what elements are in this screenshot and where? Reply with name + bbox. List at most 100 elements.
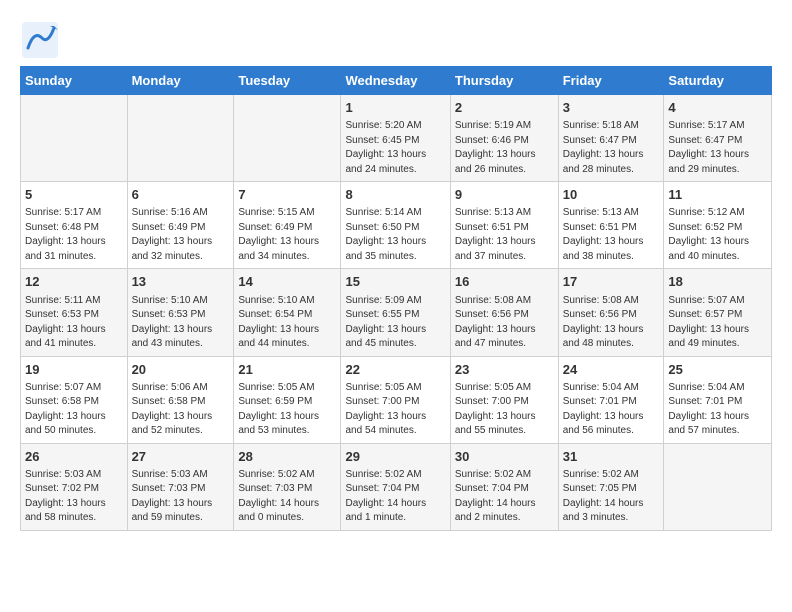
day-header-monday: Monday [127,67,234,95]
day-number: 17 [563,273,660,291]
day-header-wednesday: Wednesday [341,67,450,95]
calendar-cell: 14 Sunrise: 5:10 AM Sunset: 6:54 PM Dayli… [234,269,341,356]
day-number: 16 [455,273,554,291]
cell-content: Sunrise: 5:10 AM Sunset: 6:53 PM Dayligh… [132,294,230,352]
calendar-cell: 2 Sunrise: 5:19 AM Sunset: 6:46 PM Daylig… [450,95,558,182]
day-number: 19 [25,361,123,379]
cell-content: Sunrise: 5:06 AM Sunset: 6:58 PM Dayligh… [132,381,230,439]
cell-content: Sunrise: 5:07 AM Sunset: 6:57 PM Dayligh… [668,294,767,352]
calendar-cell: 6Sunrise: 5:16 AM Sunset: 6:49 PM Daylig… [127,182,234,269]
cell-content: Sunrise: 5:17 AM Sunset: 6:47 PM Dayligh… [668,119,767,177]
cell-content: Sunrise: 5:07 AM Sunset: 6:58 PM Dayligh… [25,381,123,439]
calendar-week-row: 19 Sunrise: 5:07 AM Sunset: 6:58 PM Dayli… [21,356,772,443]
cell-content: Sunrise: 5:12 AM Sunset: 6:52 PM Dayligh… [668,206,767,264]
cell-content: Sunrise: 5:20 AM Sunset: 6:45 PM Dayligh… [345,119,445,177]
calendar-cell: 20 Sunrise: 5:06 AM Sunset: 6:58 PM Dayli… [127,356,234,443]
day-number: 13 [132,273,230,291]
calendar-cell [664,443,772,530]
day-number: 23 [455,361,554,379]
day-number: 1 [345,99,445,117]
cell-content: Sunrise: 5:17 AM Sunset: 6:48 PM Dayligh… [25,206,123,264]
cell-content: Sunrise: 5:09 AM Sunset: 6:55 PM Dayligh… [345,294,445,352]
calendar-cell: 3 Sunrise: 5:18 AM Sunset: 6:47 PM Daylig… [558,95,664,182]
calendar-table: SundayMondayTuesdayWednesdayThursdayFrid… [20,66,772,531]
day-number: 20 [132,361,230,379]
cell-content: Sunrise: 5:18 AM Sunset: 6:47 PM Dayligh… [563,119,660,177]
cell-content: Sunrise: 5:03 AM Sunset: 7:03 PM Dayligh… [132,468,230,526]
day-header-thursday: Thursday [450,67,558,95]
cell-content: Sunrise: 5:03 AM Sunset: 7:02 PM Dayligh… [25,468,123,526]
calendar-cell: 17 Sunrise: 5:08 AM Sunset: 6:56 PM Dayli… [558,269,664,356]
day-header-friday: Friday [558,67,664,95]
calendar-cell: 26 Sunrise: 5:03 AM Sunset: 7:02 PM Dayli… [21,443,128,530]
day-number: 25 [668,361,767,379]
day-header-tuesday: Tuesday [234,67,341,95]
calendar-cell: 11 Sunrise: 5:12 AM Sunset: 6:52 PM Dayli… [664,182,772,269]
day-header-saturday: Saturday [664,67,772,95]
cell-content: Sunrise: 5:19 AM Sunset: 6:46 PM Dayligh… [455,119,554,177]
cell-content: Sunrise: 5:15 AM Sunset: 6:49 PM Dayligh… [238,206,336,264]
calendar-week-row: 1 Sunrise: 5:20 AM Sunset: 6:45 PM Daylig… [21,95,772,182]
cell-content: Sunrise: 5:14 AM Sunset: 6:50 PM Dayligh… [345,206,445,264]
day-number: 15 [345,273,445,291]
calendar-cell: 25 Sunrise: 5:04 AM Sunset: 7:01 PM Dayli… [664,356,772,443]
logo-icon [20,20,56,56]
cell-content: Sunrise: 5:05 AM Sunset: 6:59 PM Dayligh… [238,381,336,439]
calendar-cell: 28 Sunrise: 5:02 AM Sunset: 7:03 PM Dayli… [234,443,341,530]
calendar-cell: 9 Sunrise: 5:13 AM Sunset: 6:51 PM Daylig… [450,182,558,269]
calendar-cell: 19 Sunrise: 5:07 AM Sunset: 6:58 PM Dayli… [21,356,128,443]
cell-content: Sunrise: 5:08 AM Sunset: 6:56 PM Dayligh… [455,294,554,352]
calendar-cell: 10Sunrise: 5:13 AM Sunset: 6:51 PM Dayli… [558,182,664,269]
cell-content: Sunrise: 5:02 AM Sunset: 7:05 PM Dayligh… [563,468,660,526]
calendar-cell: 5 Sunrise: 5:17 AM Sunset: 6:48 PM Daylig… [21,182,128,269]
day-number: 10 [563,186,660,204]
cell-content: Sunrise: 5:04 AM Sunset: 7:01 PM Dayligh… [668,381,767,439]
cell-content: Sunrise: 5:04 AM Sunset: 7:01 PM Dayligh… [563,381,660,439]
day-number: 2 [455,99,554,117]
calendar-cell: 13 Sunrise: 5:10 AM Sunset: 6:53 PM Dayli… [127,269,234,356]
cell-content: Sunrise: 5:11 AM Sunset: 6:53 PM Dayligh… [25,294,123,352]
page-header [20,20,772,56]
cell-content: Sunrise: 5:02 AM Sunset: 7:04 PM Dayligh… [455,468,554,526]
cell-content: Sunrise: 5:02 AM Sunset: 7:03 PM Dayligh… [238,468,336,526]
calendar-cell: 12 Sunrise: 5:11 AM Sunset: 6:53 PM Dayli… [21,269,128,356]
cell-content: Sunrise: 5:10 AM Sunset: 6:54 PM Dayligh… [238,294,336,352]
cell-content: Sunrise: 5:13 AM Sunset: 6:51 PM Dayligh… [455,206,554,264]
calendar-cell: 15 Sunrise: 5:09 AM Sunset: 6:55 PM Dayli… [341,269,450,356]
calendar-cell: 16 Sunrise: 5:08 AM Sunset: 6:56 PM Dayli… [450,269,558,356]
calendar-cell: 7Sunrise: 5:15 AM Sunset: 6:49 PM Daylig… [234,182,341,269]
calendar-cell: 1 Sunrise: 5:20 AM Sunset: 6:45 PM Daylig… [341,95,450,182]
day-number: 14 [238,273,336,291]
calendar-cell: 29 Sunrise: 5:02 AM Sunset: 7:04 PM Dayli… [341,443,450,530]
calendar-cell: 21 Sunrise: 5:05 AM Sunset: 6:59 PM Dayli… [234,356,341,443]
day-number: 8 [345,186,445,204]
calendar-cell: 4 Sunrise: 5:17 AM Sunset: 6:47 PM Daylig… [664,95,772,182]
calendar-cell: 18Sunrise: 5:07 AM Sunset: 6:57 PM Dayli… [664,269,772,356]
calendar-cell: 22 Sunrise: 5:05 AM Sunset: 7:00 PM Dayli… [341,356,450,443]
cell-content: Sunrise: 5:08 AM Sunset: 6:56 PM Dayligh… [563,294,660,352]
calendar-cell [21,95,128,182]
day-number: 31 [563,448,660,466]
day-number: 11 [668,186,767,204]
day-number: 30 [455,448,554,466]
calendar-cell: 24Sunrise: 5:04 AM Sunset: 7:01 PM Dayli… [558,356,664,443]
day-number: 22 [345,361,445,379]
day-number: 28 [238,448,336,466]
day-number: 29 [345,448,445,466]
calendar-cell: 31 Sunrise: 5:02 AM Sunset: 7:05 PM Dayli… [558,443,664,530]
day-number: 21 [238,361,336,379]
day-number: 12 [25,273,123,291]
cell-content: Sunrise: 5:02 AM Sunset: 7:04 PM Dayligh… [345,468,445,526]
day-number: 4 [668,99,767,117]
day-number: 3 [563,99,660,117]
calendar-cell [234,95,341,182]
day-number: 9 [455,186,554,204]
days-header-row: SundayMondayTuesdayWednesdayThursdayFrid… [21,67,772,95]
calendar-cell: 23Sunrise: 5:05 AM Sunset: 7:00 PM Dayli… [450,356,558,443]
day-number: 26 [25,448,123,466]
day-number: 5 [25,186,123,204]
calendar-week-row: 5 Sunrise: 5:17 AM Sunset: 6:48 PM Daylig… [21,182,772,269]
cell-content: Sunrise: 5:05 AM Sunset: 7:00 PM Dayligh… [345,381,445,439]
calendar-week-row: 12 Sunrise: 5:11 AM Sunset: 6:53 PM Dayli… [21,269,772,356]
calendar-cell: 30 Sunrise: 5:02 AM Sunset: 7:04 PM Dayli… [450,443,558,530]
